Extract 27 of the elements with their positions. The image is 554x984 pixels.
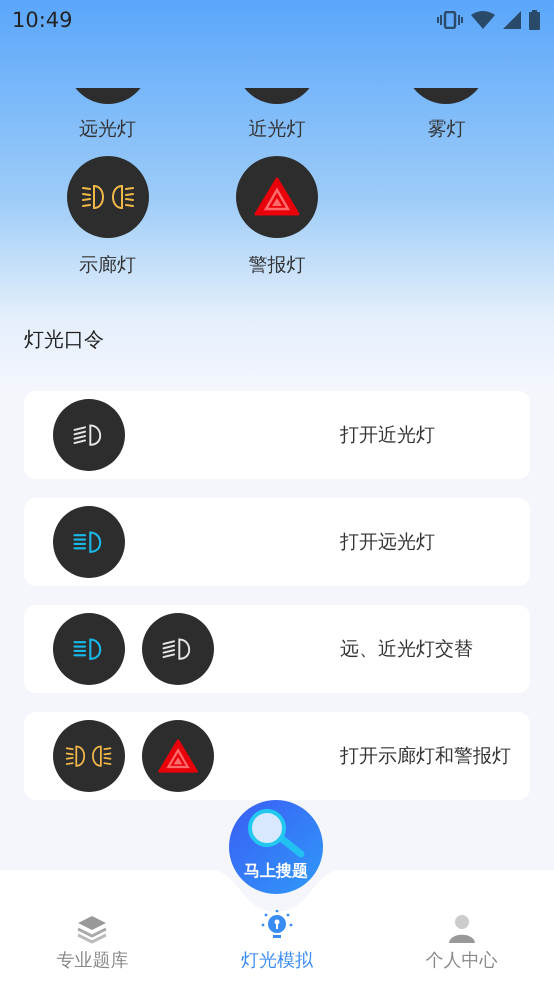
- side-lights-icon: [64, 742, 114, 770]
- command-card[interactable]: 打开近光灯: [24, 391, 530, 479]
- lamp-label: 远光灯: [79, 117, 136, 142]
- section-title: 灯光口令: [24, 326, 105, 353]
- lamp-label: 雾灯: [427, 117, 466, 142]
- hazard-icon: [156, 738, 200, 774]
- command-card[interactable]: 打开远光灯: [24, 498, 530, 586]
- nav-tab[interactable]: 专业题库: [0, 900, 185, 984]
- nav-tab[interactable]: 个人中心: [369, 900, 554, 984]
- search-button[interactable]: 马上搜题: [229, 800, 323, 894]
- status-time: 10:49: [12, 8, 73, 32]
- command-text: 打开示廊灯和警报灯: [340, 744, 511, 769]
- wifi-icon: [471, 11, 495, 29]
- command-card[interactable]: 远、近光灯交替: [24, 605, 530, 693]
- command-text: 打开远光灯: [340, 530, 435, 555]
- layers-icon: [76, 914, 108, 944]
- signal-icon: [503, 11, 521, 29]
- command-text: 打开近光灯: [340, 423, 435, 448]
- vibrate-icon: [437, 11, 463, 29]
- side-lights-icon: [80, 182, 136, 212]
- command-card[interactable]: 打开示廊灯和警报灯: [24, 712, 530, 800]
- battery-icon: [529, 10, 540, 30]
- lamp-label: 近光灯: [248, 117, 306, 142]
- hazard-icon: [252, 176, 301, 218]
- lamp-label: 警报灯: [248, 253, 306, 278]
- command-text: 远、近光灯交替: [340, 637, 473, 662]
- lamp-label: 示廊灯: [79, 253, 136, 278]
